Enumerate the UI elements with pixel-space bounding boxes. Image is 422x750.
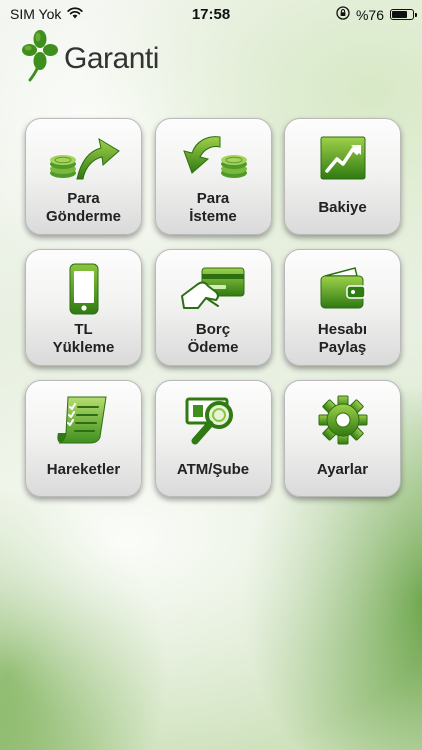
bakiye-button[interactable]: Bakiye <box>284 118 401 235</box>
bakiye-line1: Bakiye <box>318 198 367 216</box>
hareketler-label: Hareketler <box>47 451 120 488</box>
brand-name: Garanti <box>64 41 159 75</box>
para-gonderme-line2: Gönderme <box>45 207 121 225</box>
battery-icon <box>390 9 417 20</box>
para-isteme-line1: Para <box>196 189 230 207</box>
battery-percent: %76 <box>355 6 384 23</box>
rotation-lock-icon <box>336 6 350 23</box>
borc-odeme-button[interactable]: Borç Ödeme <box>154 249 272 366</box>
borc-odeme-line2: Ödeme <box>187 338 239 356</box>
hareketler-line1: Hareketler <box>46 460 121 478</box>
para-gonderme-label: Para Gönderme <box>46 189 121 226</box>
status-right: %76 <box>336 6 417 23</box>
tl-yukleme-line2: Yükleme <box>52 338 115 356</box>
coins-arrow-down-icon <box>176 127 250 189</box>
para-isteme-label: Para İsteme <box>189 189 237 226</box>
hareketler-button[interactable]: Hareketler <box>25 380 142 497</box>
atm-sube-button[interactable]: ATM/Şube <box>154 380 272 497</box>
borc-odeme-line1: Borç <box>195 320 231 338</box>
hesabi-paylas-button[interactable]: Hesabı Paylaş <box>284 249 401 366</box>
battery-fill <box>392 11 408 18</box>
tl-yukleme-line1: TL <box>74 320 93 338</box>
main-menu-grid: Para Gönderme Para İsteme Bakiye TL Yükl… <box>25 118 401 497</box>
borc-odeme-label: Borç Ödeme <box>188 320 239 357</box>
para-gonderme-button[interactable]: Para Gönderme <box>25 118 142 235</box>
rising-chart-icon <box>315 127 371 189</box>
hesabi-paylas-line1: Hesabı <box>317 320 368 338</box>
card-payment-icon <box>176 258 250 320</box>
mobile-phone-icon <box>64 258 104 320</box>
atm-sube-label: ATM/Şube <box>177 451 249 488</box>
brand-logo: Garanti <box>22 30 159 87</box>
clover-logo-icon <box>22 30 58 87</box>
gear-icon <box>316 389 370 451</box>
hesabi-paylas-label: Hesabı Paylaş <box>318 320 367 357</box>
ayarlar-line1: Ayarlar <box>316 460 369 478</box>
coins-arrow-up-icon <box>47 127 121 189</box>
para-gonderme-line1: Para <box>67 189 100 207</box>
bakiye-label: Bakiye <box>318 189 366 226</box>
hesabi-paylas-line2: Paylaş <box>318 338 367 356</box>
wallet-icon <box>315 258 371 320</box>
ayarlar-label: Ayarlar <box>317 451 368 488</box>
tl-yukleme-label: TL Yükleme <box>53 320 115 357</box>
tl-yukleme-button[interactable]: TL Yükleme <box>25 249 142 366</box>
document-list-icon <box>54 389 114 451</box>
ayarlar-button[interactable]: Ayarlar <box>284 380 401 497</box>
atm-search-icon <box>183 389 243 451</box>
para-isteme-line2: İsteme <box>189 207 237 225</box>
para-isteme-button[interactable]: Para İsteme <box>154 118 272 235</box>
status-bar: SIM Yok 17:58 %76 <box>0 0 422 28</box>
atm-sube-line1: ATM/Şube <box>176 460 250 478</box>
